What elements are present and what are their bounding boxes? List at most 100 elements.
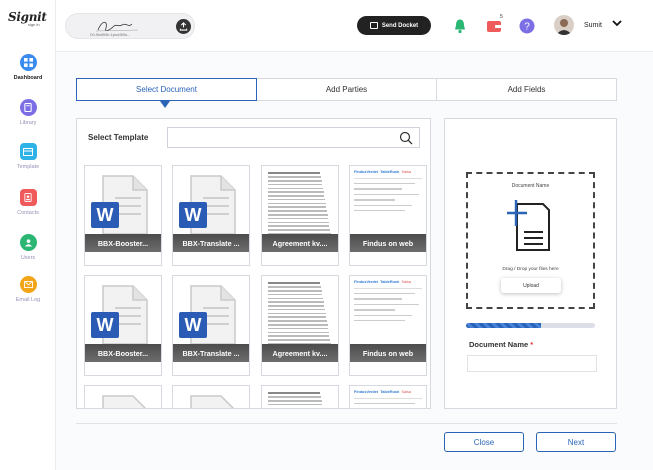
template-card[interactable]: W BBX-Translate ... [172, 165, 250, 266]
findus-brand-1: FindusVerdet [354, 390, 379, 394]
svg-text:W: W [185, 205, 202, 225]
sidebar-item-contacts[interactable]: Contacts [0, 189, 56, 216]
chevron-down-icon[interactable] [612, 19, 622, 27]
blank-document-icon [190, 395, 235, 408]
wizard-tabs: Select Document Add Parties Add Fields [76, 78, 617, 101]
users-icon [19, 234, 37, 251]
findus-brand-3: Salsa [401, 170, 411, 174]
help-icon[interactable]: ? [519, 18, 535, 34]
document-name-label-text: Document Name [469, 340, 529, 349]
template-card[interactable] [261, 385, 339, 408]
next-button[interactable]: Next [536, 432, 616, 452]
avatar[interactable] [554, 15, 574, 35]
tab-select-document[interactable]: Select Document [76, 78, 257, 101]
dropzone-hint: Drag / Drop your files here [502, 267, 559, 272]
findus-brand-2: TableRush [380, 390, 400, 394]
template-card-label: Agreement kv.... [262, 234, 338, 252]
svg-text:W: W [97, 315, 114, 335]
wallet-icon[interactable] [486, 18, 502, 34]
template-icon [19, 143, 37, 160]
required-mark: * [530, 340, 534, 349]
template-card-label: BBX-Booster... [85, 234, 161, 252]
template-card-label: BBX-Booster... [85, 344, 161, 362]
add-document-icon [507, 200, 550, 251]
findus-brand-1: FindusVerdet [354, 280, 379, 284]
sidebar-item-library[interactable]: Library [0, 99, 56, 126]
sidebar-item-label: Users [20, 255, 36, 261]
findus-document-preview [354, 178, 422, 222]
bell-icon[interactable] [452, 18, 468, 34]
document-name-label: Document Name * [469, 340, 533, 349]
upload-progress-bar [466, 323, 595, 328]
sidebar-item-dashboard[interactable]: Dashboard [0, 54, 56, 81]
blank-document-icon [102, 395, 147, 408]
select-template-label: Select Template [88, 133, 149, 142]
template-card[interactable]: Agreement kv.... [261, 275, 339, 376]
upload-button[interactable]: Upload [501, 278, 561, 293]
template-card[interactable]: FindusVerdet TableRush Salsa Findus on we… [349, 275, 427, 376]
footer-divider [76, 423, 617, 424]
template-card[interactable]: W BBX-Booster... [84, 165, 162, 266]
template-search-input[interactable] [168, 129, 388, 148]
upload-panel: Document Name Drag / Drop your files her… [444, 118, 617, 409]
template-search[interactable] [167, 127, 420, 148]
book-icon [19, 99, 37, 116]
template-card-label: BBX-Translate ... [173, 234, 249, 252]
findus-brand-3: Salsa [401, 280, 411, 284]
template-card-label: Findus on web [350, 344, 426, 362]
template-card[interactable]: FindusVerdet TableRush Salsa [349, 385, 427, 408]
document-name-input[interactable] [467, 355, 597, 372]
svg-text:W: W [97, 205, 114, 225]
svg-text:?: ? [524, 22, 530, 33]
search-icon[interactable] [399, 131, 413, 145]
template-card-label: Findus on web [350, 234, 426, 252]
top-bar: D0-9bdfH6b-1ywd4f0fa... Send Docket 5 ? … [56, 0, 653, 52]
active-tab-pointer [160, 101, 170, 108]
sidebar: Signit sign in Dashboard Library Templat… [0, 0, 56, 470]
sidebar-item-label: Contacts [17, 210, 39, 216]
dropzone-title: Document Name [511, 183, 550, 189]
sidebar-item-email-log[interactable]: Email Log [0, 276, 56, 303]
grid-icon [19, 54, 37, 71]
send-docket-label: Send Docket [381, 22, 419, 29]
upload-progress-fill [466, 323, 541, 328]
template-card[interactable] [84, 385, 162, 408]
send-docket-button[interactable]: Send Docket [357, 16, 431, 35]
findus-document-preview [354, 288, 422, 332]
app-logo[interactable]: Signit sign in [8, 10, 48, 36]
upload-signature-icon[interactable] [176, 19, 191, 34]
svg-text:W: W [185, 315, 202, 335]
findus-brand-3: Salsa [401, 390, 411, 394]
template-card[interactable]: FindusVerdet TableRush Salsa Findus on we… [349, 165, 427, 266]
tab-add-fields[interactable]: Add Fields [437, 79, 616, 100]
contacts-icon [19, 189, 37, 206]
wallet-badge: 5 [500, 14, 503, 20]
template-card-label: Agreement kv.... [262, 344, 338, 362]
findus-preview-header: FindusVerdet TableRush Salsa [354, 170, 411, 174]
template-card[interactable]: W BBX-Booster... [84, 275, 162, 376]
findus-brand-1: FindusVerdet [354, 170, 379, 174]
findus-preview-header: FindusVerdet TableRush Salsa [354, 280, 411, 284]
user-name[interactable]: Sumit [584, 22, 602, 29]
signature-id: D0-9bdfH6b-1ywd4f0fa... [90, 33, 130, 37]
sidebar-item-label: Template [16, 164, 40, 170]
tab-add-parties[interactable]: Add Parties [257, 79, 437, 100]
file-dropzone[interactable]: Document Name Drag / Drop your files her… [466, 172, 595, 309]
template-card-label: BBX-Translate ... [173, 344, 249, 362]
findus-brand-2: TableRush [380, 170, 400, 174]
docket-icon [369, 22, 378, 29]
template-panel: Select Template W BBX-Booster... W BBX-Tran… [76, 118, 431, 409]
sidebar-item-label: Dashboard [13, 75, 43, 81]
findus-document-preview [354, 398, 422, 408]
sidebar-item-users[interactable]: Users [0, 234, 56, 261]
app-root: Signit sign in Dashboard Library Templat… [0, 0, 653, 470]
template-card[interactable]: W BBX-Translate ... [172, 275, 250, 376]
text-document-preview [268, 392, 332, 408]
template-card[interactable] [172, 385, 250, 408]
mail-icon [19, 276, 37, 293]
findus-preview-header: FindusVerdet TableRush Salsa [354, 390, 411, 394]
signature-pill[interactable]: D0-9bdfH6b-1ywd4f0fa... [65, 13, 195, 39]
close-button[interactable]: Close [444, 432, 524, 452]
template-card[interactable]: Agreement kv.... [261, 165, 339, 266]
sidebar-item-template[interactable]: Template [0, 143, 56, 170]
